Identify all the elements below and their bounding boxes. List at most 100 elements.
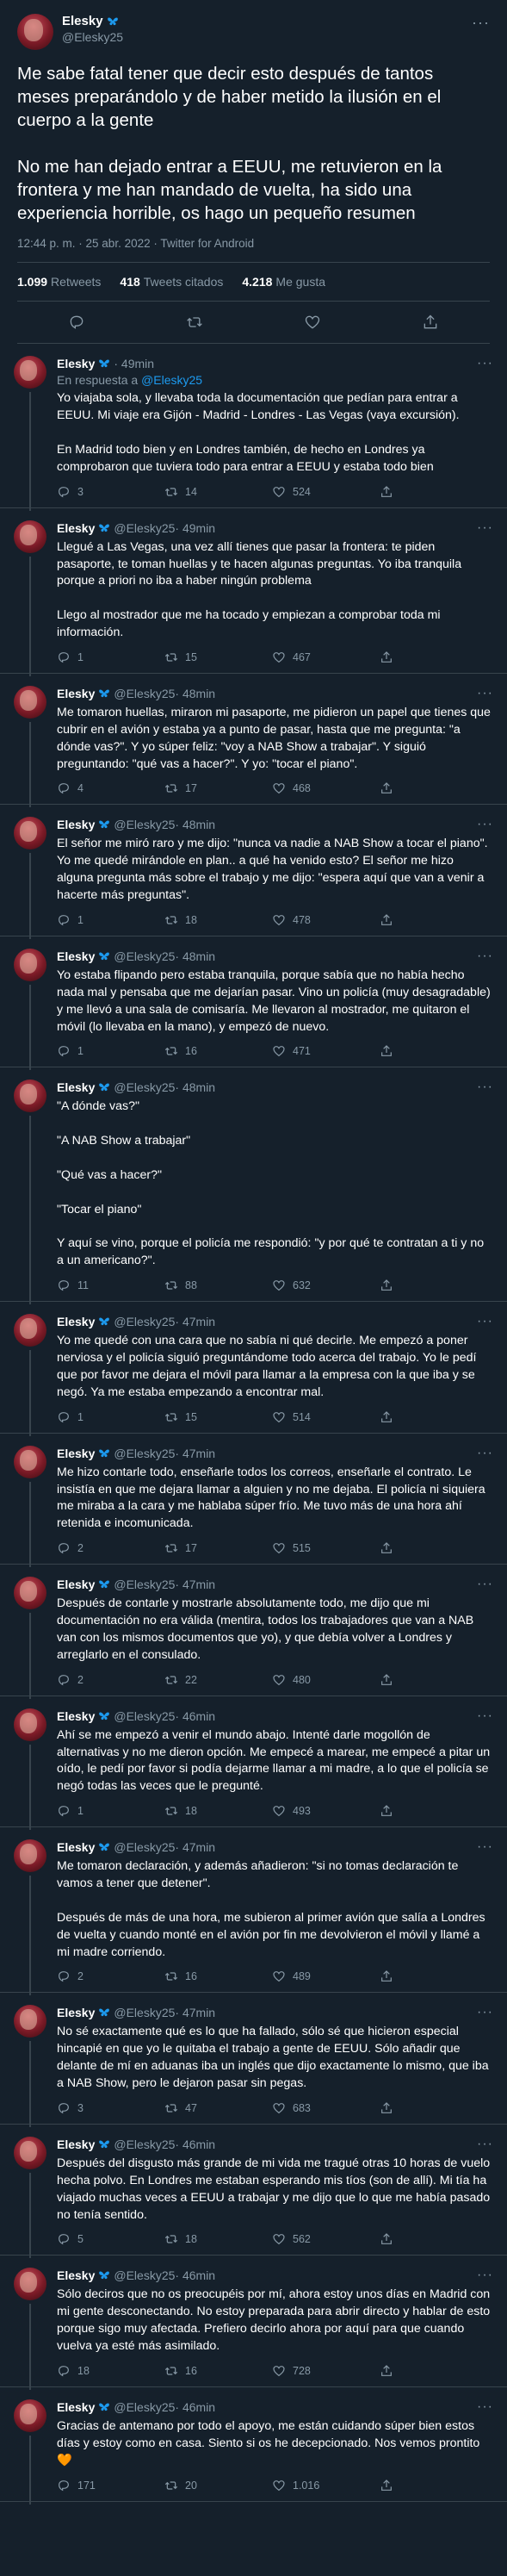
reply-tweet[interactable]: Elesky @Elesky25 · 47min ··· Me tomaron … xyxy=(0,1827,507,1996)
author-handle[interactable]: @Elesky25 xyxy=(114,2268,175,2282)
share-button[interactable] xyxy=(380,485,400,499)
reply-button[interactable]: 2 xyxy=(57,1969,164,1983)
author-handle[interactable]: @Elesky25 xyxy=(114,949,175,963)
author-name[interactable]: Elesky xyxy=(57,818,95,831)
retweet-button[interactable]: 18 xyxy=(164,2232,272,2246)
author-name[interactable]: Elesky xyxy=(57,1315,95,1328)
avatar[interactable] xyxy=(17,14,53,50)
more-dots-icon[interactable]: ··· xyxy=(477,817,493,832)
author-handle[interactable]: @Elesky25 xyxy=(114,1080,175,1094)
author-handle[interactable]: @Elesky25 xyxy=(114,2400,175,2414)
share-button[interactable] xyxy=(380,2232,400,2246)
reply-tweet[interactable]: Elesky @Elesky25 · 47min ··· No sé exact… xyxy=(0,1993,507,2127)
author-handle[interactable]: @Elesky25 xyxy=(114,1315,175,1328)
share-button[interactable] xyxy=(380,1673,400,1687)
author-handle[interactable]: @Elesky25 xyxy=(62,30,472,44)
like-button[interactable]: 632 xyxy=(272,1279,380,1292)
tweet-time[interactable]: · 46min xyxy=(175,2400,215,2414)
share-button[interactable] xyxy=(380,1044,400,1058)
tweet-time[interactable]: · 47min xyxy=(175,2006,215,2019)
like-button[interactable]: 728 xyxy=(272,2364,380,2378)
author-name[interactable]: Elesky xyxy=(57,1840,95,1854)
tweet-time[interactable]: · 46min xyxy=(175,1709,215,1723)
reply-button[interactable]: 11 xyxy=(57,1279,164,1292)
avatar[interactable] xyxy=(14,1708,46,1741)
author-name[interactable]: Elesky xyxy=(57,1709,95,1723)
share-button[interactable] xyxy=(380,913,400,927)
avatar[interactable] xyxy=(14,1445,46,1478)
avatar[interactable] xyxy=(14,1080,46,1113)
more-dots-icon[interactable]: ··· xyxy=(477,2268,493,2283)
share-button[interactable] xyxy=(380,650,400,664)
share-button[interactable] xyxy=(380,2364,400,2378)
author-name[interactable]: Elesky xyxy=(57,2137,95,2151)
tweet-time[interactable]: · 49min xyxy=(175,521,215,535)
reply-tweet[interactable]: Elesky @Elesky25 · 46min ··· Gracias de … xyxy=(0,2387,507,2504)
more-dots-icon[interactable]: ··· xyxy=(477,520,493,536)
comment-icon[interactable] xyxy=(68,314,85,331)
reply-button[interactable]: 3 xyxy=(57,2101,164,2115)
avatar[interactable] xyxy=(14,520,46,553)
retweet-button[interactable]: 47 xyxy=(164,2101,272,2115)
like-button[interactable]: 471 xyxy=(272,1044,380,1058)
share-button[interactable] xyxy=(380,1804,400,1818)
more-dots-icon[interactable]: ··· xyxy=(477,1708,493,1724)
author-handle[interactable]: @Elesky25 xyxy=(114,1447,175,1460)
avatar[interactable] xyxy=(14,2399,46,2432)
reply-button[interactable]: 1 xyxy=(57,1804,164,1818)
tweet-time[interactable]: · 47min xyxy=(175,1577,215,1591)
reply-tweet[interactable]: Elesky @Elesky25 · 46min ··· Sólo deciro… xyxy=(0,2256,507,2390)
retweet-button[interactable]: 22 xyxy=(164,1673,272,1687)
author-name[interactable]: Elesky xyxy=(57,2268,95,2282)
tweet-time[interactable]: · 47min xyxy=(175,1447,215,1460)
tweet-time[interactable]: · 46min xyxy=(175,2268,215,2282)
like-button[interactable]: 493 xyxy=(272,1804,380,1818)
share-button[interactable] xyxy=(380,1541,400,1555)
likes-stat[interactable]: 4.218 Me gusta xyxy=(242,275,325,289)
avatar[interactable] xyxy=(14,817,46,850)
tweet-time[interactable]: · 48min xyxy=(175,1080,215,1094)
author-name[interactable]: Elesky xyxy=(57,949,95,963)
author-name[interactable]: Elesky xyxy=(57,2400,95,2414)
avatar[interactable] xyxy=(14,356,46,389)
author-handle[interactable]: @Elesky25 xyxy=(114,1840,175,1854)
reply-button[interactable]: 5 xyxy=(57,2232,164,2246)
author-handle[interactable]: @Elesky25 xyxy=(114,1577,175,1591)
more-dots-icon[interactable]: ··· xyxy=(477,2005,493,2020)
retweet-button[interactable]: 18 xyxy=(164,1804,272,1818)
author-name[interactable]: Elesky xyxy=(57,687,95,700)
retweet-button[interactable]: 14 xyxy=(164,485,272,499)
like-button[interactable]: 562 xyxy=(272,2232,380,2246)
more-dots-icon[interactable]: ··· xyxy=(477,2137,493,2152)
author-handle[interactable]: @Elesky25 xyxy=(114,521,175,535)
author-handle[interactable]: @Elesky25 xyxy=(114,818,175,831)
avatar[interactable] xyxy=(14,1314,46,1347)
like-button[interactable]: 468 xyxy=(272,781,380,795)
tweet-time[interactable]: · 47min xyxy=(175,1840,215,1854)
author-handle[interactable]: @Elesky25 xyxy=(114,2006,175,2019)
quotes-stat[interactable]: 418 Tweets citados xyxy=(120,275,223,289)
more-dots-icon[interactable]: ··· xyxy=(477,1839,493,1855)
more-dots-icon[interactable]: ··· xyxy=(472,14,490,32)
share-button[interactable] xyxy=(380,781,400,795)
retweet-button[interactable]: 15 xyxy=(164,1410,272,1424)
author-name[interactable]: Elesky xyxy=(57,1447,95,1460)
avatar[interactable] xyxy=(14,948,46,981)
retweets-stat[interactable]: 1.099 Retweets xyxy=(17,275,101,289)
author-name[interactable]: Elesky xyxy=(62,14,103,28)
like-button[interactable]: 1.016 xyxy=(272,2479,380,2492)
retweet-button[interactable]: 20 xyxy=(164,2479,272,2492)
author-handle[interactable]: @Elesky25 xyxy=(114,2137,175,2151)
retweet-button[interactable]: 17 xyxy=(164,781,272,795)
reply-tweet[interactable]: Elesky @Elesky25 · 48min ··· Yo estaba f… xyxy=(0,936,507,1071)
share-button[interactable] xyxy=(380,1969,400,1983)
retweet-icon[interactable] xyxy=(186,314,203,331)
like-button[interactable]: 467 xyxy=(272,650,380,664)
like-button[interactable]: 515 xyxy=(272,1541,380,1555)
reply-button[interactable]: 4 xyxy=(57,781,164,795)
like-button[interactable]: 683 xyxy=(272,2101,380,2115)
reply-tweet[interactable]: Elesky @Elesky25 · 48min ··· Me tomaron … xyxy=(0,674,507,808)
author-name[interactable]: Elesky xyxy=(57,357,95,370)
share-button[interactable] xyxy=(380,1279,400,1292)
reply-tweet[interactable]: Elesky @Elesky25 · 47min ··· Yo me quedé… xyxy=(0,1302,507,1436)
